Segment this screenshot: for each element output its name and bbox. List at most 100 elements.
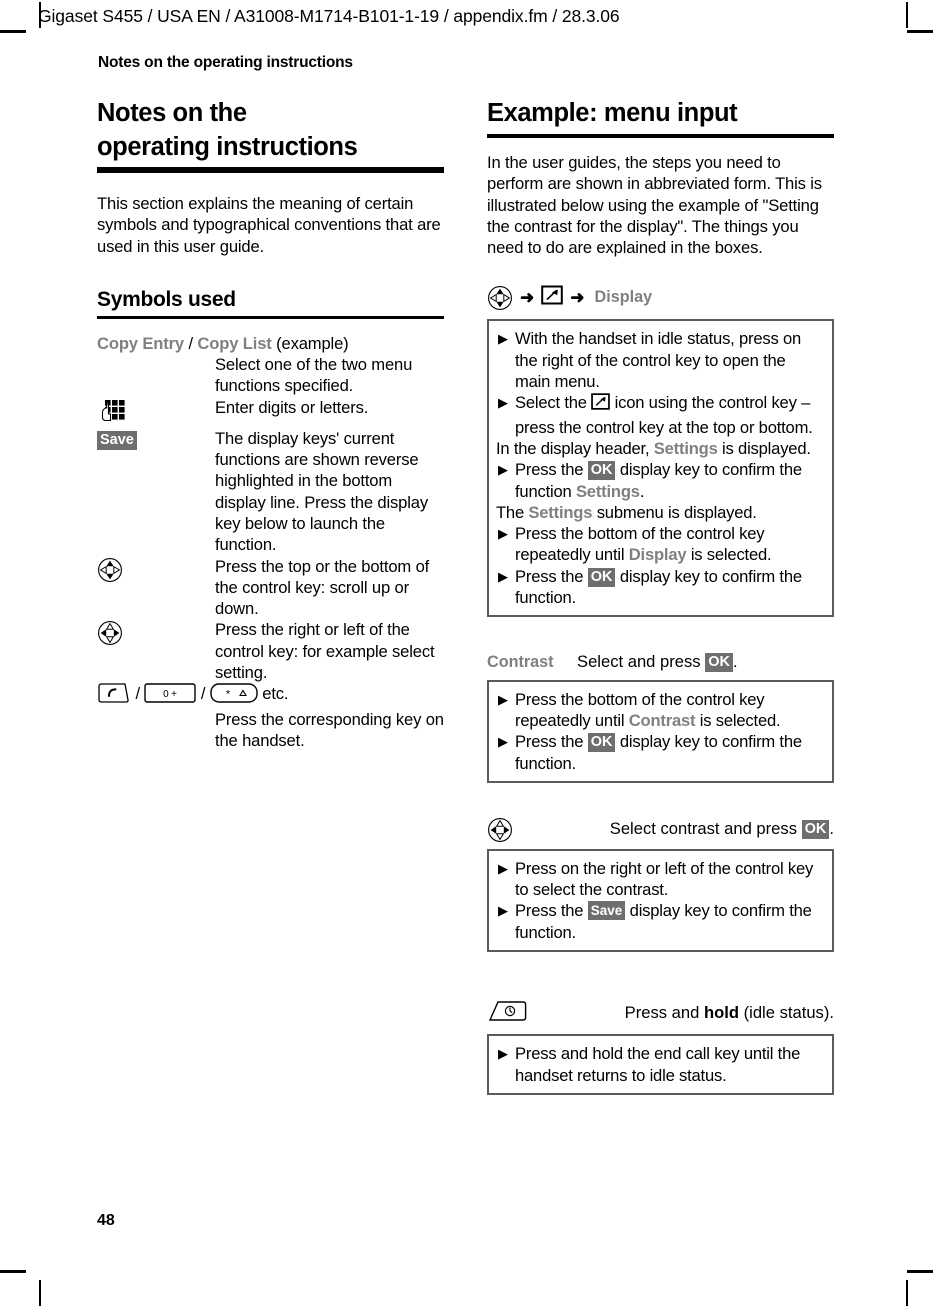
left-intro-paragraph: This section explains the meaning of cer… [97, 194, 441, 256]
caption-row-select-contrast: Select contrast and press OK. [487, 817, 834, 843]
symbol-description: Press the right or left of the control k… [215, 620, 435, 683]
crop-mark-upper-left [0, 30, 26, 33]
procedure-note: In the display header, Settings is displ… [496, 438, 811, 458]
procedure-step: ▶ Press the bottom of the control key re… [496, 689, 824, 732]
right-intro-paragraph: In the user guides, the steps you need t… [487, 153, 822, 258]
procedure-step: ▶ Press the OK display key to confirm th… [496, 731, 824, 774]
menu-example-separator: / [184, 333, 198, 353]
page-number: 48 [97, 1212, 115, 1229]
symbols-used-heading: Symbols used [97, 287, 444, 319]
symbol-description: Press the top or the bottom of the contr… [215, 556, 430, 619]
caption-text: Select and press OK. [577, 652, 738, 673]
procedure-step-text: Press the Save display key to confirm th… [515, 901, 812, 942]
procedure-step: ▶ Press on the right or left of the cont… [496, 858, 824, 901]
save-display-key-chip[interactable]: Save [587, 901, 626, 921]
menu-name: Contrast [628, 710, 696, 730]
procedure-box-4: ▶ Press and hold the end call key until … [487, 1034, 834, 1095]
ok-display-key-chip[interactable]: OK [705, 653, 733, 673]
menu-example-term-1: Copy Entry [97, 333, 185, 353]
caption-end-call-key [487, 1000, 577, 1028]
caption-row-end-call: Press and hold (idle status). [487, 1000, 834, 1028]
symbol-term-empty [97, 354, 215, 355]
example-heading: Example: menu input [487, 96, 834, 138]
procedure-step: ▶ With the handset in idle status, press… [496, 328, 824, 392]
chapter-label: Notes on the operating instructions [98, 54, 353, 71]
symbol-description: Select one of the two menu functions spe… [215, 355, 413, 396]
crop-mark-lower-left [0, 1270, 26, 1273]
procedure-box-2: ▶ Press the bottom of the control key re… [487, 679, 834, 783]
caption-text: Press and hold (idle status). [624, 1003, 834, 1023]
key-star-icon: * [210, 683, 258, 708]
bullet-triangle-icon: ▶ [498, 568, 508, 584]
ok-display-key-chip[interactable]: OK [587, 461, 616, 481]
page-title-line2: operating instructions [97, 133, 358, 161]
menu-example-term-line: Copy Entry / Copy List (example) [97, 333, 444, 354]
bullet-triangle-icon: ▶ [498, 526, 508, 542]
caption-bold-word: hold [703, 1003, 739, 1023]
control-key-vertical-icon [487, 285, 513, 311]
symbol-row: Press the top or the bottom of the contr… [97, 556, 444, 620]
procedure-note: The Settings submenu is displayed. [496, 502, 757, 522]
caption-text: Select contrast and press OK. [609, 819, 834, 840]
menu-example-term-2: Copy List [197, 333, 272, 353]
page-title-line1: Notes on the [97, 99, 247, 127]
crop-mark-top-right [906, 2, 908, 28]
procedure-step: ▶ Press the Save display key to confirm … [496, 900, 824, 943]
symbol-term-control-key-horizontal [97, 619, 215, 646]
bullet-triangle-icon: ▶ [498, 734, 508, 750]
key-zero-icon: 0 + [144, 683, 197, 708]
procedure-step: ▶ Press the OK display key to confirm th… [496, 459, 824, 502]
caption-control-key [487, 817, 577, 843]
symbol-term-control-key-vertical [97, 556, 215, 583]
symbol-row: Save The display keys' current functions… [97, 428, 444, 556]
procedure-step-text: Press the OK display key to confirm the … [515, 460, 802, 501]
symbol-term-save-key: Save [97, 428, 215, 450]
running-header: Gigaset S455 / USA EN / A31008-M1714-B10… [38, 6, 620, 26]
save-display-key-chip[interactable]: Save [97, 430, 137, 450]
bullet-triangle-icon: ▶ [498, 462, 508, 478]
crop-mark-bottom-right [906, 1280, 908, 1306]
control-key-horizontal-icon [97, 620, 123, 646]
crop-mark-upper-right [907, 30, 933, 33]
procedure-step: ▶ Select the icon using the control key … [496, 392, 824, 438]
settings-menu-icon [591, 392, 611, 416]
procedure-step-text: Press and hold the end call key until th… [515, 1044, 801, 1085]
bullet-triangle-icon: ▶ [498, 331, 508, 347]
arrow-right-icon: ➜ [570, 288, 585, 308]
keypad-icon [97, 398, 127, 428]
procedure-step-text: Press on the right or left of the contro… [515, 858, 814, 900]
procedure-step-text: With the handset in idle status, press o… [515, 329, 802, 392]
menu-name: Settings [528, 502, 593, 522]
ok-display-key-chip[interactable]: OK [587, 567, 616, 587]
symbol-term-empty [97, 709, 215, 710]
symbol-row: Press the right or left of the control k… [97, 619, 444, 683]
procedure-step-text: Press the OK display key to confirm the … [515, 732, 802, 773]
crop-mark-lower-right [907, 1270, 933, 1273]
procedure-step-text: Press the OK display key to confirm the … [515, 566, 802, 608]
symbol-row: Press the corresponding key on the hands… [97, 709, 444, 752]
symbol-description: The display keys' current functions are … [215, 428, 429, 555]
end-call-key-icon [487, 1000, 527, 1028]
menu-path-label: Display [594, 288, 653, 307]
crop-mark-bottom-left [39, 1280, 41, 1306]
arrow-right-icon: ➜ [520, 288, 535, 308]
bullet-triangle-icon: ▶ [498, 903, 508, 919]
menu-name: Settings [575, 481, 640, 501]
symbol-row: Enter digits or letters. [97, 397, 444, 428]
menu-name: Display [628, 545, 687, 565]
bullet-triangle-icon: ▶ [498, 860, 508, 876]
ok-display-key-chip[interactable]: OK [801, 820, 830, 840]
right-column: Example: menu input In the user guides, … [487, 96, 834, 1095]
bullet-triangle-icon: ▶ [498, 691, 508, 707]
procedure-step-text: Select the icon using the control key – … [515, 392, 813, 437]
control-key-vertical-icon [97, 557, 123, 583]
ok-display-key-chip[interactable]: OK [587, 733, 616, 753]
symbol-description: Enter digits or letters. [215, 397, 369, 417]
page-title: Notes on the operating instructions [97, 96, 444, 173]
handset-keys-sep-1: / [131, 684, 145, 704]
bullet-triangle-icon: ▶ [498, 1046, 508, 1062]
menu-example-suffix: (example) [271, 333, 349, 353]
handset-keys-description: Press the corresponding key on the hands… [215, 709, 444, 750]
bullet-triangle-icon: ▶ [498, 395, 508, 411]
procedure-box-1: ▶ With the handset in idle status, press… [487, 319, 834, 618]
